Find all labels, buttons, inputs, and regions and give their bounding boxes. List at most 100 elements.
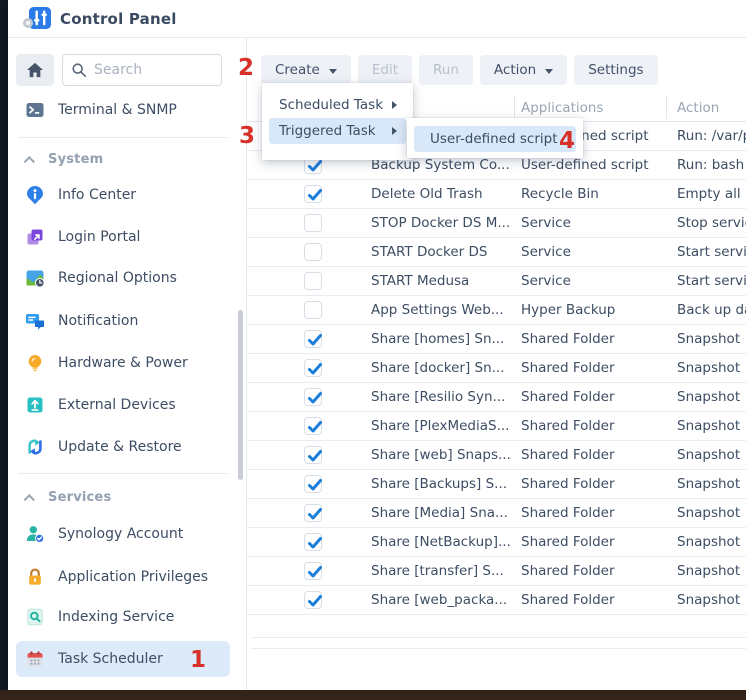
row-checkbox[interactable]: [304, 591, 322, 609]
table-row[interactable]: Share [homes] Sn... Shared Folder Snapsh…: [247, 325, 746, 354]
chevron-up-icon: [24, 156, 35, 167]
sidebar-item-notification[interactable]: Notification: [16, 303, 230, 339]
desktop-background: [0, 690, 746, 700]
divider: [18, 137, 228, 138]
sidebar-section-system[interactable]: System: [26, 147, 230, 171]
action-cell: Start servic: [677, 267, 746, 296]
action-cell: Snapshot: [677, 528, 746, 557]
row-checkbox[interactable]: [304, 533, 322, 551]
task-name-cell: Share [Resilio Syn...: [371, 383, 517, 412]
action-cell: Snapshot: [677, 499, 746, 528]
table-row[interactable]: Share [transfer] S... Shared Folder Snap…: [247, 557, 746, 586]
column-separator: [514, 96, 515, 119]
menu-item-triggered-task[interactable]: Triggered Task: [269, 118, 406, 144]
table-row[interactable]: START Medusa Service Start servic: [247, 267, 746, 296]
action-cell: Start servic: [677, 238, 746, 267]
sidebar-scrollbar[interactable]: [238, 310, 243, 480]
titlebar: Control Panel: [8, 0, 746, 38]
row-checkbox[interactable]: [304, 475, 322, 493]
table-row[interactable]: Share [web] Snaps... Shared Folder Snaps…: [247, 441, 746, 470]
task-name-cell: Share [transfer] S...: [371, 557, 517, 586]
menu-item-scheduled-task[interactable]: Scheduled Task: [269, 92, 406, 118]
sidebar-item-hardware-power[interactable]: Hardware & Power: [16, 345, 230, 381]
table-row[interactable]: START Docker DS Service Start servic: [247, 238, 746, 267]
application-cell: Shared Folder: [521, 325, 666, 354]
page-title: Control Panel: [60, 10, 177, 28]
search-input[interactable]: [94, 62, 194, 78]
sidebar-item-regional-options[interactable]: Regional Options: [16, 260, 230, 296]
run-button[interactable]: Run: [419, 55, 473, 85]
row-checkbox[interactable]: [304, 301, 322, 319]
sidebar-item-external-devices[interactable]: External Devices: [16, 387, 230, 423]
column-header-action[interactable]: Action: [677, 93, 719, 122]
table-row[interactable]: Delete Old Trash Recycle Bin Empty all R: [247, 180, 746, 209]
table-row[interactable]: Share [Resilio Syn... Shared Folder Snap…: [247, 383, 746, 412]
table-row[interactable]: Share [docker] Sn... Shared Folder Snaps…: [247, 354, 746, 383]
search-icon: [71, 62, 87, 78]
sidebar-item-login-portal[interactable]: Login Portal: [16, 219, 230, 255]
checkmark-icon: [306, 505, 324, 523]
row-checkbox[interactable]: [304, 272, 322, 290]
sidebar-item-application-privileges[interactable]: Application Privileges: [16, 559, 230, 595]
task-name-cell: STOP Docker DS M...: [371, 209, 517, 238]
control-panel-window: Control Panel Terminal & SNMP: [8, 0, 746, 692]
sidebar-section-services[interactable]: Services: [26, 485, 230, 509]
table-row[interactable]: Share [Media] Sna... Shared Folder Snaps…: [247, 499, 746, 528]
row-checkbox[interactable]: [304, 562, 322, 580]
checkmark-icon: [306, 592, 324, 610]
home-icon: [26, 62, 44, 78]
action-cell: Snapshot: [677, 586, 746, 615]
hardware-power-icon: [25, 353, 45, 373]
table-row[interactable]: Share [web_packa... Shared Folder Snapsh…: [247, 586, 746, 615]
row-checkbox[interactable]: [304, 359, 322, 377]
table-end-line: [251, 648, 746, 649]
sidebar-item-info-center[interactable]: Info Center: [16, 177, 230, 213]
task-name-cell: App Settings Web...: [371, 296, 517, 325]
row-checkbox[interactable]: [304, 243, 322, 261]
action-button[interactable]: Action: [480, 55, 567, 85]
row-checkbox[interactable]: [304, 214, 322, 232]
create-button[interactable]: Create: [261, 55, 351, 85]
update-restore-icon: [25, 437, 45, 457]
action-cell: Snapshot: [677, 354, 746, 383]
table-row[interactable]: STOP Docker DS M... Service Stop servic: [247, 209, 746, 238]
table-row[interactable]: Share [Backups] S... Shared Folder Snaps…: [247, 470, 746, 499]
notification-icon: [25, 311, 45, 331]
task-name-cell: Share [homes] Sn...: [371, 325, 517, 354]
application-cell: Recycle Bin: [521, 180, 666, 209]
toolbar: Create Edit Run Action Settings: [261, 55, 658, 85]
table-row[interactable]: Share [NetBackup]... Shared Folder Snaps…: [247, 528, 746, 557]
table-row[interactable]: Share [PlexMediaS... Shared Folder Snaps…: [247, 412, 746, 441]
checkmark-icon: [306, 447, 324, 465]
action-cell: Back up da: [677, 296, 746, 325]
checkmark-icon: [306, 331, 324, 349]
sidebar-item-update-restore[interactable]: Update & Restore: [16, 429, 230, 465]
application-cell: Service: [521, 209, 666, 238]
menu-item-user-defined-script[interactable]: User-defined script: [414, 126, 576, 152]
table-end-line: [251, 637, 746, 638]
home-button[interactable]: [16, 54, 54, 86]
row-checkbox[interactable]: [304, 185, 322, 203]
task-name-cell: Share [PlexMediaS...: [371, 412, 517, 441]
search-box[interactable]: [62, 54, 222, 86]
application-cell: Shared Folder: [521, 441, 666, 470]
edit-button[interactable]: Edit: [358, 55, 412, 85]
task-name-cell: Share [web_packa...: [371, 586, 517, 615]
row-checkbox[interactable]: [304, 417, 322, 435]
sidebar-item-indexing-service[interactable]: Indexing Service: [16, 599, 230, 635]
action-cell: Run: bash /: [677, 151, 746, 180]
application-cell: Shared Folder: [521, 383, 666, 412]
sidebar-item-synology-account[interactable]: Synology Account: [16, 516, 230, 552]
application-privileges-icon: [25, 567, 45, 587]
external-devices-icon: [25, 395, 45, 415]
row-checkbox[interactable]: [304, 446, 322, 464]
settings-button[interactable]: Settings: [574, 55, 657, 85]
sidebar-item-terminal-snmp[interactable]: Terminal & SNMP: [16, 92, 230, 128]
task-name-cell: START Medusa: [371, 267, 517, 296]
row-checkbox[interactable]: [304, 504, 322, 522]
row-checkbox[interactable]: [304, 330, 322, 348]
task-name-cell: Share [docker] Sn...: [371, 354, 517, 383]
row-checkbox[interactable]: [304, 388, 322, 406]
table-row[interactable]: App Settings Web... Hyper Backup Back up…: [247, 296, 746, 325]
checkmark-icon: [306, 389, 324, 407]
